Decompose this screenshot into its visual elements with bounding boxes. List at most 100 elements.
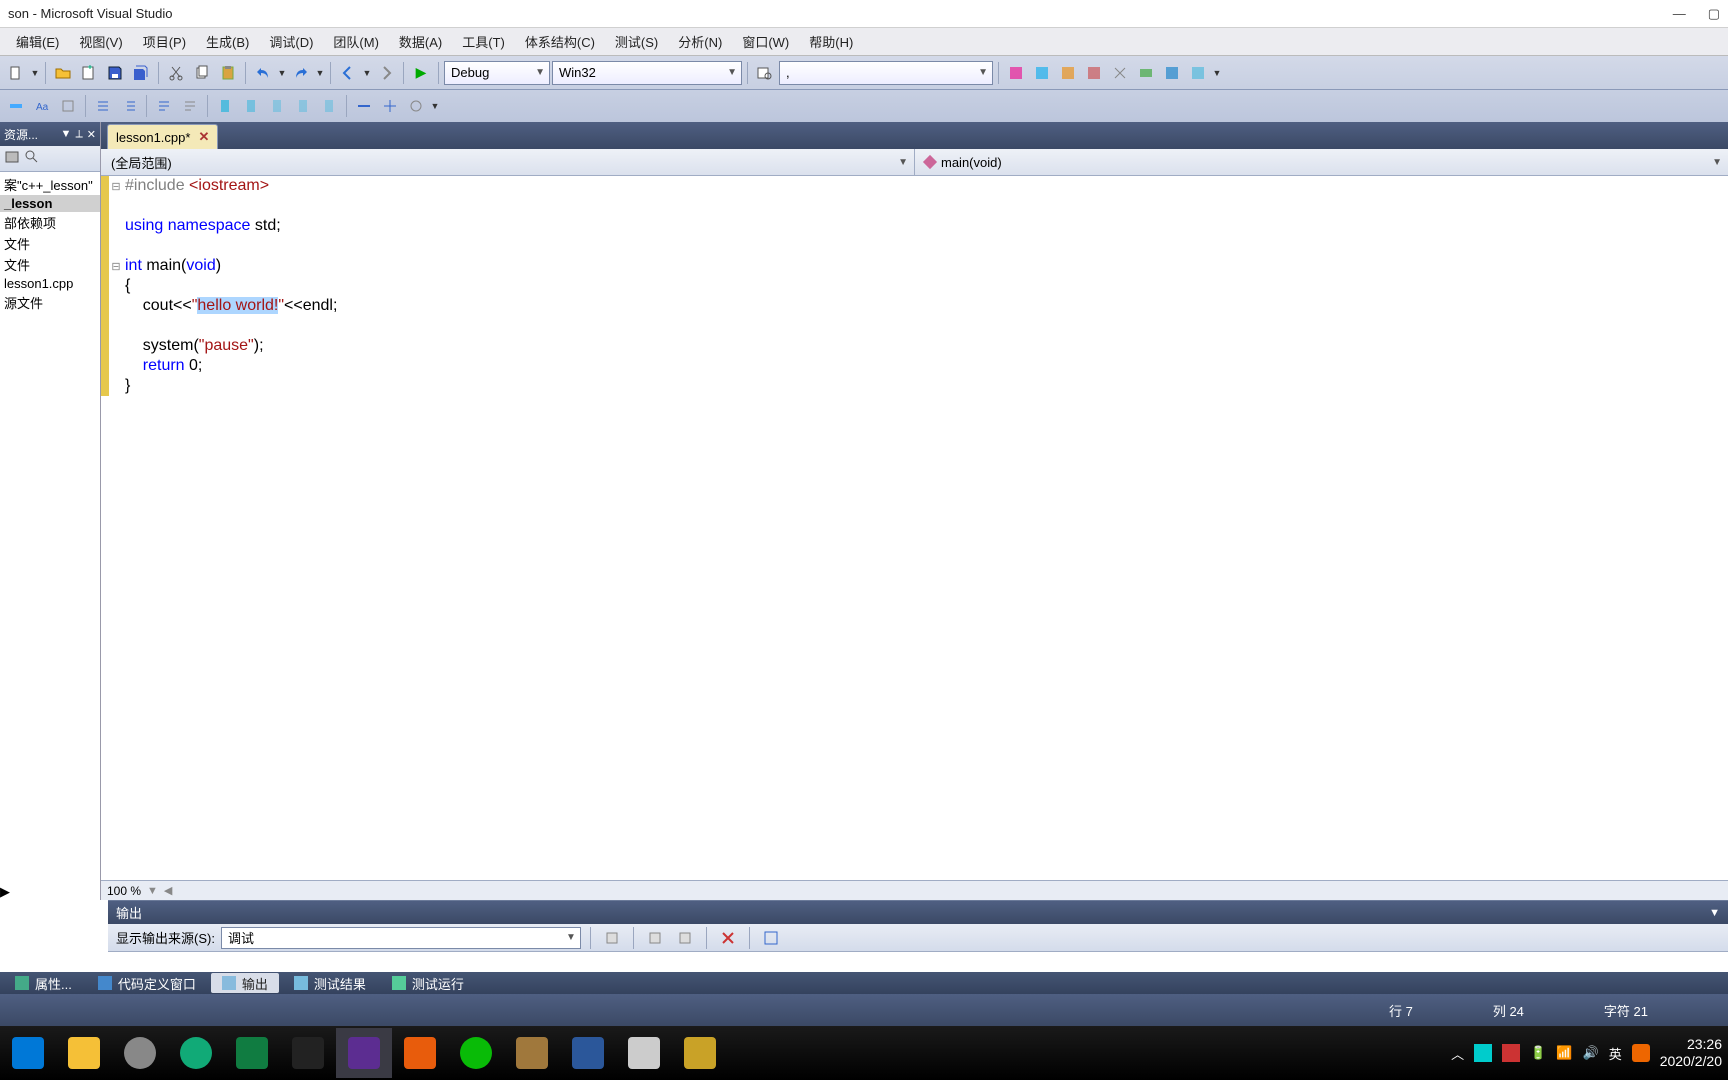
out-tool-3-icon[interactable]: [673, 926, 697, 950]
undo-dropdown[interactable]: ▼: [277, 68, 287, 78]
bookmark-icon-3[interactable]: [265, 94, 289, 118]
tree-item-1[interactable]: 部依赖项: [0, 212, 100, 233]
menu-build[interactable]: 生成(B): [196, 30, 259, 53]
btab-testresults[interactable]: 测试结果: [283, 973, 377, 993]
code-editor[interactable]: ⊟⊟ #include <iostream> using namespace s…: [101, 176, 1728, 880]
scroll-left-icon[interactable]: ◀: [164, 884, 172, 897]
task-app8[interactable]: [392, 1028, 448, 1078]
menu-project[interactable]: 项目(P): [133, 30, 196, 53]
task-app10[interactable]: [504, 1028, 560, 1078]
nav-fwd-icon[interactable]: [374, 61, 398, 85]
indent-more-icon[interactable]: [117, 94, 141, 118]
maximize-button[interactable]: ▢: [1708, 6, 1720, 22]
menu-view[interactable]: 视图(V): [69, 30, 132, 53]
ext-icon-4[interactable]: [1082, 61, 1106, 85]
menu-edit[interactable]: 编辑(E): [6, 30, 69, 53]
open-icon[interactable]: [51, 61, 75, 85]
redo-dropdown[interactable]: ▼: [315, 68, 325, 78]
tree-item-5[interactable]: 源文件: [0, 292, 100, 313]
fold-column[interactable]: ⊟⊟: [109, 176, 123, 880]
menu-help[interactable]: 帮助(H): [799, 30, 863, 53]
tb2-icon-1[interactable]: [4, 94, 28, 118]
code-lines[interactable]: #include <iostream> using namespace std;…: [123, 176, 1728, 880]
paste-icon[interactable]: [216, 61, 240, 85]
tray-battery-icon[interactable]: 🔋: [1530, 1045, 1546, 1061]
tb2-nav-icon-2[interactable]: [378, 94, 402, 118]
tray-icon-2[interactable]: [1502, 1044, 1520, 1062]
nav-back-dropdown[interactable]: ▼: [362, 68, 372, 78]
indent-less-icon[interactable]: [91, 94, 115, 118]
tray-ime[interactable]: 英: [1609, 1044, 1622, 1063]
task-wechat[interactable]: [448, 1028, 504, 1078]
task-terminal[interactable]: [280, 1028, 336, 1078]
menu-analyze[interactable]: 分析(N): [668, 30, 732, 53]
task-word[interactable]: [560, 1028, 616, 1078]
ext-icon-5[interactable]: [1108, 61, 1132, 85]
task-app13[interactable]: [672, 1028, 728, 1078]
comment-icon[interactable]: [152, 94, 176, 118]
tree-scroll-right[interactable]: ▶: [0, 884, 100, 900]
ext-icon-8[interactable]: [1186, 61, 1210, 85]
tree-item-3[interactable]: 文件: [0, 254, 100, 275]
btab-testrun[interactable]: 测试运行: [381, 973, 475, 993]
task-excel[interactable]: [224, 1028, 280, 1078]
find-in-files-icon[interactable]: [753, 61, 777, 85]
task-app4[interactable]: [168, 1028, 224, 1078]
find-combo[interactable]: ,▼: [779, 61, 993, 85]
scope-right-combo[interactable]: main(void)▼: [915, 149, 1728, 175]
output-source-combo[interactable]: 调试▼: [221, 927, 581, 949]
se-tool-2-icon[interactable]: [24, 149, 40, 168]
close-tab-icon[interactable]: ✕: [198, 129, 209, 145]
output-header-dropdown-icon[interactable]: ▼: [1709, 907, 1720, 919]
close-pane-icon[interactable]: ✕: [87, 128, 96, 141]
copy-icon[interactable]: [190, 61, 214, 85]
bookmark-icon-4[interactable]: [291, 94, 315, 118]
bookmark-icon-2[interactable]: [239, 94, 263, 118]
menu-tools[interactable]: 工具(T): [452, 30, 515, 53]
task-edge[interactable]: [0, 1028, 56, 1078]
out-tool-2-icon[interactable]: [643, 926, 667, 950]
tray-sogou-icon[interactable]: [1632, 1044, 1650, 1062]
scope-left-combo[interactable]: (全局范围)▼: [101, 149, 915, 175]
nav-back-icon[interactable]: [336, 61, 360, 85]
tree-item-0[interactable]: _lesson: [0, 195, 100, 212]
tray-wifi-icon[interactable]: 📶: [1556, 1045, 1572, 1061]
tray-chevron-icon[interactable]: ︿: [1451, 1044, 1464, 1063]
ext-icon-6[interactable]: [1134, 61, 1158, 85]
btab-codedef[interactable]: 代码定义窗口: [87, 973, 207, 993]
se-tool-1-icon[interactable]: [4, 149, 20, 168]
solution-explorer-header[interactable]: 资源... ▼⟂✕: [0, 122, 100, 146]
task-explorer[interactable]: [56, 1028, 112, 1078]
add-item-icon[interactable]: [77, 61, 101, 85]
new-file-dropdown[interactable]: ▼: [30, 68, 40, 78]
tb2-icon-3[interactable]: [56, 94, 80, 118]
save-all-icon[interactable]: [129, 61, 153, 85]
minimize-button[interactable]: —: [1673, 6, 1686, 22]
ext-icon-2[interactable]: [1030, 61, 1054, 85]
uncomment-icon[interactable]: [178, 94, 202, 118]
new-file-icon[interactable]: [4, 61, 28, 85]
tb2-nav-icon-1[interactable]: [352, 94, 376, 118]
zoom-dropdown-icon[interactable]: ▼: [147, 885, 158, 897]
output-header[interactable]: 输出 ▼: [108, 901, 1728, 924]
tb2-nav-icon-3[interactable]: [404, 94, 428, 118]
tree-item-4[interactable]: lesson1.cpp: [0, 275, 100, 292]
task-vs[interactable]: [336, 1028, 392, 1078]
out-tool-1-icon[interactable]: [600, 926, 624, 950]
ext-icon-3[interactable]: [1056, 61, 1080, 85]
ext-icon-1[interactable]: [1004, 61, 1028, 85]
tree-item-2[interactable]: 文件: [0, 233, 100, 254]
save-icon[interactable]: [103, 61, 127, 85]
undo-icon[interactable]: [251, 61, 275, 85]
redo-icon[interactable]: [289, 61, 313, 85]
out-wrap-icon[interactable]: [759, 926, 783, 950]
menu-team[interactable]: 团队(M): [323, 30, 389, 53]
cut-icon[interactable]: [164, 61, 188, 85]
solution-tree[interactable]: 案"c++_lesson" _lesson 部依赖项 文件 文件 lesson1…: [0, 172, 100, 884]
pin-icon[interactable]: ⟂: [75, 128, 82, 141]
tray-volume-icon[interactable]: 🔊: [1583, 1045, 1599, 1061]
bookmark-icon-1[interactable]: [213, 94, 237, 118]
ext-dropdown[interactable]: ▼: [1212, 68, 1222, 78]
start-debug-icon[interactable]: ▶: [409, 61, 433, 85]
config-combo[interactable]: Debug▼: [444, 61, 550, 85]
